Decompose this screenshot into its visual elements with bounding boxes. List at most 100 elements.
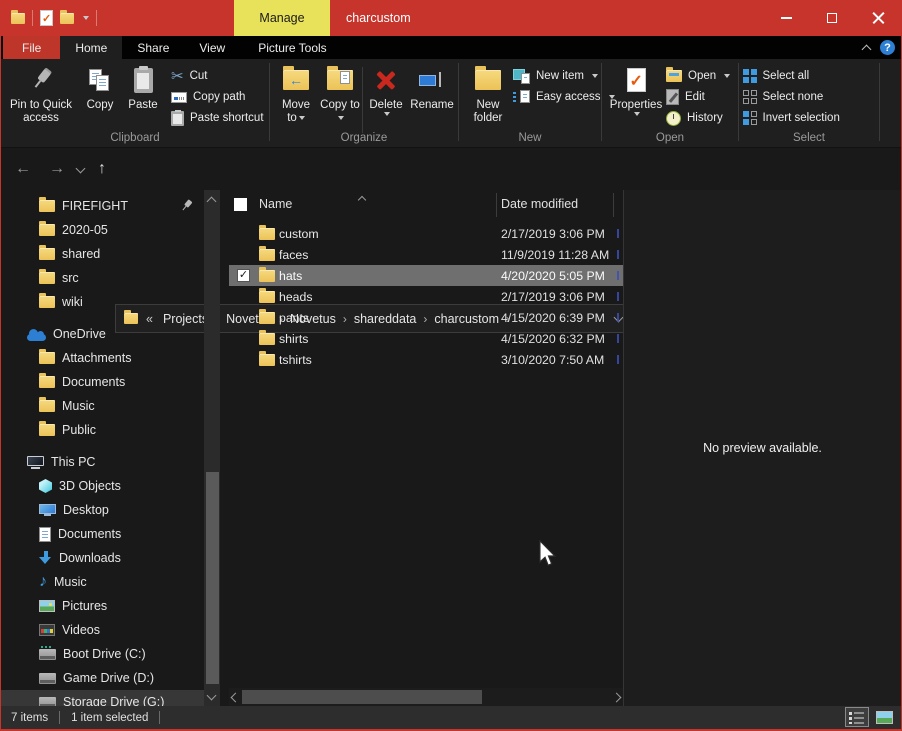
tab-view[interactable]: View	[184, 36, 240, 59]
sidebar-item-music[interactable]: Music	[1, 394, 204, 418]
delete-button[interactable]: Delete	[366, 61, 406, 131]
sidebar-item-game-drive-d[interactable]: Game Drive (D:)	[1, 666, 204, 690]
paste-button[interactable]: Paste	[122, 61, 164, 131]
sidebar-item-wiki[interactable]: wiki	[1, 290, 204, 314]
minimize-button[interactable]	[763, 0, 809, 36]
copy-to-button[interactable]: Copy to	[320, 61, 360, 131]
sidebar-item-videos[interactable]: Videos	[1, 618, 204, 642]
select-none-button[interactable]: Select none	[743, 87, 840, 107]
scroll-right-icon[interactable]	[612, 693, 622, 703]
sidebar-item-firefight[interactable]: FIREFIGHT	[1, 194, 204, 218]
sidebar-scrollbar[interactable]	[204, 190, 220, 706]
sidebar-item-this-pc[interactable]: This PC	[1, 450, 204, 474]
sidebar-item-label: Videos	[62, 623, 100, 637]
tab-home[interactable]: Home	[60, 36, 122, 59]
properties-icon[interactable]	[40, 10, 53, 26]
properties-button[interactable]: Properties	[608, 61, 664, 131]
sidebar-item-downloads[interactable]: Downloads	[1, 546, 204, 570]
new-item-button[interactable]: New item	[513, 66, 615, 86]
paste-shortcut-button[interactable]: Paste shortcut	[171, 108, 264, 128]
back-button[interactable]: ←	[9, 148, 37, 190]
close-button[interactable]	[855, 0, 901, 36]
scroll-down-icon[interactable]	[207, 691, 217, 701]
column-divider[interactable]	[496, 193, 497, 217]
up-button[interactable]: ↑	[89, 148, 115, 190]
qat-dropdown-icon[interactable]	[83, 16, 89, 20]
move-to-button[interactable]: Move to	[276, 61, 316, 131]
sidebar-item-music[interactable]: Music	[1, 570, 204, 594]
sidebar-item-desktop[interactable]: Desktop	[1, 498, 204, 522]
file-row-shirts[interactable]: shirts4/15/2020 6:32 PM	[229, 328, 623, 349]
sidebar-item-documents[interactable]: Documents	[1, 522, 204, 546]
sidebar-item-3d-objects[interactable]: 3D Objects	[1, 474, 204, 498]
folder-icon[interactable]	[11, 13, 25, 24]
tab-share[interactable]: Share	[122, 36, 184, 59]
maximize-icon	[827, 13, 837, 23]
open-button[interactable]: Open	[666, 66, 730, 86]
manage-contextual-tab[interactable]: Manage	[234, 0, 330, 36]
new-folder-button[interactable]: New folder	[466, 61, 510, 131]
pin-to-quick-access-button[interactable]: Pin to Quick access	[5, 61, 77, 131]
sidebar-item-label: Downloads	[59, 551, 121, 565]
file-row-tshirts[interactable]: tshirts3/10/2020 7:50 AM	[229, 349, 623, 370]
copy-button[interactable]: Copy	[80, 61, 120, 131]
sidebar-item-shared[interactable]: shared	[1, 242, 204, 266]
scrollbar-thumb[interactable]	[206, 472, 219, 684]
folder-icon[interactable]	[60, 13, 74, 24]
tab-file[interactable]: File	[3, 36, 60, 59]
column-divider[interactable]	[613, 193, 614, 217]
document-icon	[39, 527, 51, 542]
sidebar-item-documents[interactable]: Documents	[1, 370, 204, 394]
copy-path-button[interactable]: Copy path	[171, 87, 264, 107]
separator	[32, 10, 33, 26]
sidebar-item-storage-drive-g[interactable]: Storage Drive (G:)	[1, 690, 204, 706]
tab-picture-tools[interactable]: Picture Tools	[240, 36, 344, 59]
sidebar-item-label: shared	[62, 247, 100, 261]
cut-button[interactable]: Cut	[171, 66, 264, 86]
easy-access-button[interactable]: Easy access	[513, 87, 615, 107]
separator	[159, 711, 160, 724]
help-icon[interactable]	[880, 40, 895, 55]
scroll-left-icon[interactable]	[231, 693, 241, 703]
invert-selection-button[interactable]: Invert selection	[743, 108, 840, 128]
file-row-heads[interactable]: heads2/17/2019 3:06 PM	[229, 286, 623, 307]
dropdown-icon	[338, 116, 344, 120]
sidebar-item-boot-drive-c[interactable]: Boot Drive (C:)	[1, 642, 204, 666]
file-rows: custom2/17/2019 3:06 PMfaces11/9/2019 11…	[229, 223, 623, 370]
column-header-name[interactable]: Name	[259, 197, 292, 211]
history-button[interactable]: History	[666, 108, 730, 128]
file-row-faces[interactable]: faces11/9/2019 11:28 AM	[229, 244, 623, 265]
sidebar-item-src[interactable]: src	[1, 266, 204, 290]
file-row-hats[interactable]: ✓hats4/20/2020 5:05 PM	[229, 265, 623, 286]
sidebar-item-2020-05[interactable]: 2020-05	[1, 218, 204, 242]
paste-shortcut-label: Paste shortcut	[190, 112, 264, 124]
maximize-button[interactable]	[809, 0, 855, 36]
file-name: pants	[279, 311, 309, 325]
horizontal-scrollbar[interactable]	[229, 688, 623, 706]
rename-button[interactable]: Rename	[408, 61, 456, 131]
thumbnails-view-button[interactable]	[872, 707, 896, 727]
sidebar-item-label: src	[62, 271, 79, 285]
select-none-icon	[743, 90, 757, 104]
recent-locations-button[interactable]	[71, 148, 89, 190]
forward-button[interactable]: →	[43, 148, 71, 190]
file-row-pants[interactable]: pants4/15/2020 6:39 PM	[229, 307, 623, 328]
download-icon	[39, 551, 52, 565]
collapse-ribbon-icon[interactable]	[862, 44, 872, 54]
column-header-date-modified[interactable]: Date modified	[501, 197, 578, 211]
file-row-custom[interactable]: custom2/17/2019 3:06 PM	[229, 223, 623, 244]
sidebar-item-attachments[interactable]: Attachments	[1, 346, 204, 370]
sidebar-item-pictures[interactable]: Pictures	[1, 594, 204, 618]
row-checkbox[interactable]: ✓	[237, 269, 250, 282]
scroll-up-icon[interactable]	[207, 197, 217, 207]
group-label-clipboard: Clipboard	[1, 132, 269, 144]
details-view-button[interactable]	[845, 707, 869, 727]
folder-icon	[39, 272, 55, 284]
select-all-checkbox[interactable]	[234, 198, 247, 211]
edit-button[interactable]: Edit	[666, 87, 730, 107]
select-all-icon	[743, 69, 757, 83]
sidebar-item-public[interactable]: Public	[1, 418, 204, 442]
scrollbar-thumb[interactable]	[242, 690, 482, 704]
sidebar-item-onedrive[interactable]: OneDrive	[1, 322, 204, 346]
select-all-button[interactable]: Select all	[743, 66, 840, 86]
